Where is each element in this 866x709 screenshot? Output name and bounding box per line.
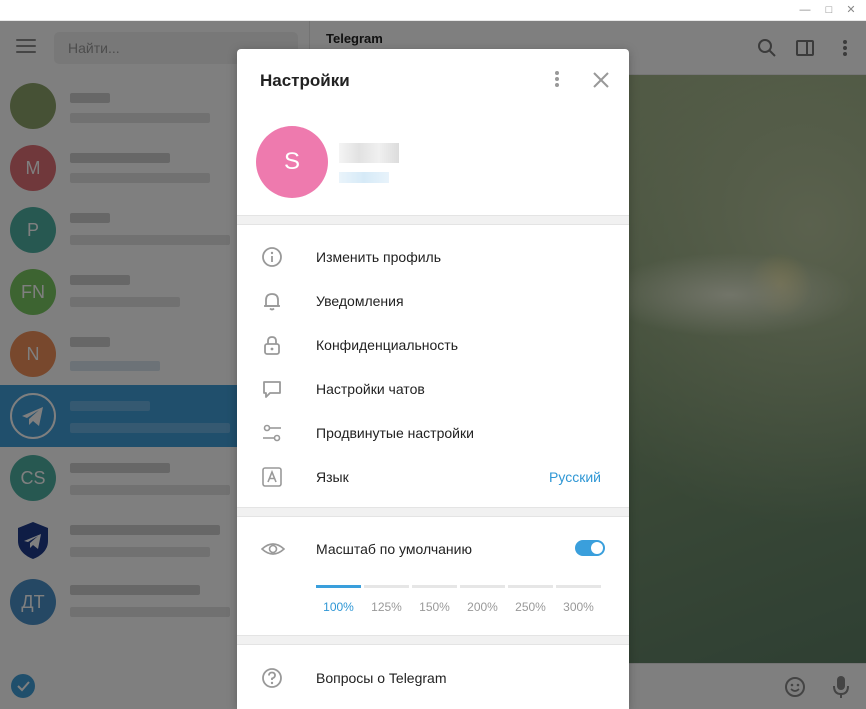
section-divider [237,635,629,645]
more-vertical-icon[interactable] [547,69,567,91]
menu-item-notifications[interactable]: Уведомления [237,279,629,323]
menu-item-edit-profile[interactable]: Изменить профиль [237,235,629,279]
menu-item-label: Изменить профиль [316,249,441,265]
profile-status-blurred [339,172,389,183]
section-divider [237,507,629,517]
maximize-icon[interactable]: □ [820,2,838,18]
close-icon[interactable] [591,69,611,91]
menu-item-label: Уведомления [316,293,404,309]
scale-segment-150[interactable] [412,585,457,588]
menu-item-label: Настройки чатов [316,381,425,397]
toggle-knob [591,542,603,554]
menu-item-label: Масштаб по умолчанию [316,541,472,557]
menu-item-default-scale[interactable]: Масштаб по умолчанию [237,527,629,571]
menu-item-label: Язык [316,469,349,485]
info-icon [261,246,283,268]
scale-segment-100[interactable] [316,585,361,588]
close-window-icon[interactable]: ✕ [842,2,860,18]
lock-icon [261,334,283,356]
scale-option-label[interactable]: 250% [508,600,553,614]
language-value[interactable]: Русский [549,469,601,485]
sliders-icon [261,422,283,444]
scale-option-label[interactable]: 300% [556,600,601,614]
default-scale-toggle[interactable] [575,540,605,556]
scale-option-label[interactable]: 100% [316,600,361,614]
menu-item-label: Продвинутые настройки [316,425,474,441]
menu-item-privacy[interactable]: Конфиденциальность [237,323,629,367]
menu-item-faq[interactable]: Вопросы о Telegram [237,656,629,700]
section-divider [237,215,629,225]
minimize-icon[interactable]: — [796,2,814,18]
dialog-title: Настройки [260,71,350,90]
profile-avatar[interactable]: S [256,126,328,198]
bell-icon [261,290,283,312]
scale-segment-250[interactable] [508,585,553,588]
profile-name-blurred [339,143,399,163]
question-icon [261,667,283,689]
scale-option-label[interactable]: 125% [364,600,409,614]
settings-dialog: Настройки S Изменить профиль Уведомления… [237,49,629,709]
chat-bubble-icon [261,378,283,400]
menu-item-label: Конфиденциальность [316,337,459,353]
menu-item-chat-settings[interactable]: Настройки чатов [237,367,629,411]
menu-item-language[interactable]: Язык Русский [237,455,629,499]
scale-segment-300[interactable] [556,585,601,588]
menu-item-advanced[interactable]: Продвинутые настройки [237,411,629,455]
scale-segment-125[interactable] [364,585,409,588]
language-icon [261,466,283,488]
window-titlebar: — □ ✕ [0,0,866,21]
scale-segment-200[interactable] [460,585,505,588]
menu-item-label: Вопросы о Telegram [316,670,447,686]
scale-option-label[interactable]: 200% [460,600,505,614]
scale-option-label[interactable]: 150% [412,600,457,614]
eye-icon [260,538,286,560]
